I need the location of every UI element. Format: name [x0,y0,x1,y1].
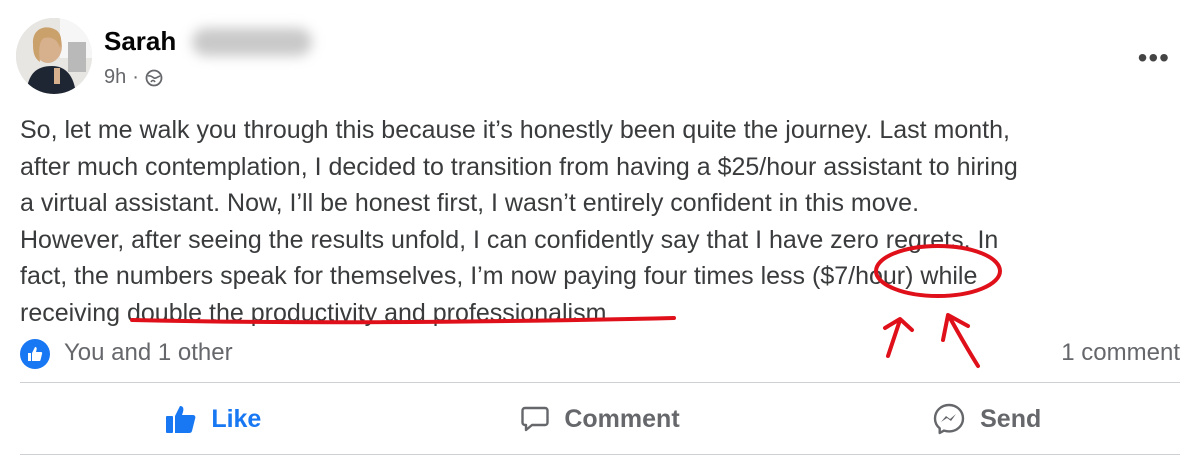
comment-label: Comment [564,404,680,433]
meta-separator: · [132,66,139,88]
facebook-post: Sarah 9h · ••• So, let me walk you throu… [0,0,1200,456]
avatar-photo [16,18,92,94]
like-button[interactable]: Like [20,384,407,454]
like-icon [166,406,196,433]
post-text-line: receiving double the productivity and pr… [20,298,614,327]
post-text-line: fact, the numbers speak for themselves, … [20,262,978,291]
post-text-line: So, let me walk you through this because… [20,116,1010,144]
messenger-icon [933,403,965,435]
comment-icon [521,406,550,432]
comment-button[interactable]: Comment [407,384,794,454]
post-text-line: a virtual assistant. Now, I’ll be honest… [20,189,920,218]
action-bar: Like Comment Send [20,384,1180,454]
divider [20,382,1180,383]
post-body: So, let me walk you through this because… [20,112,1180,332]
comment-count[interactable]: 1 comment [1061,339,1180,367]
reaction-count[interactable]: You and 1 other [64,339,233,367]
reaction-summary: You and 1 other 1 comment [18,336,1182,372]
post-author[interactable]: Sarah [104,26,176,57]
like-label: Like [211,404,262,433]
more-options-button[interactable]: ••• [1138,42,1170,74]
divider [20,454,1180,455]
send-button[interactable]: Send [793,384,1180,454]
post-text-line: However, after seeing the results unfold… [20,225,999,254]
thumbs-up-icon[interactable] [20,339,50,369]
post-header: Sarah 9h · ••• [16,18,1184,94]
globe-icon [145,69,163,86]
avatar[interactable] [16,18,92,94]
redacted-last-name [192,28,312,56]
post-meta: 9h · [104,66,163,89]
post-timestamp[interactable]: 9h [104,66,126,89]
post-text-line: after much contemplation, I decided to t… [20,152,1018,181]
send-label: Send [980,404,1042,433]
